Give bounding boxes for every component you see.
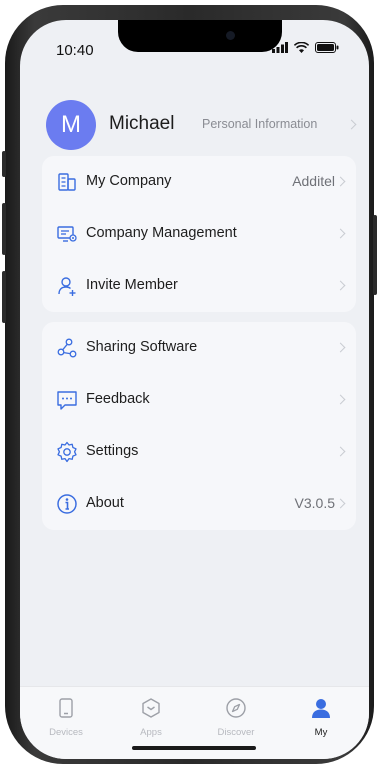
profile-name: Michael bbox=[109, 113, 175, 134]
feedback-icon bbox=[57, 391, 77, 410]
info-icon bbox=[57, 494, 77, 514]
signal-icon bbox=[272, 42, 288, 53]
tab-discover[interactable]: Discover bbox=[206, 697, 266, 738]
menu-item-label: Invite Member bbox=[86, 277, 178, 293]
tab-devices[interactable]: Devices bbox=[36, 697, 96, 738]
chevron-right-icon bbox=[335, 228, 346, 239]
screen: 10:40 M Michael Personal Information My … bbox=[20, 20, 369, 759]
menu-item-value: V3.0.5 bbox=[294, 495, 335, 511]
discover-icon bbox=[226, 698, 246, 718]
share-icon bbox=[57, 338, 77, 358]
menu-item-label: Settings bbox=[86, 443, 139, 459]
menu-item-company-management[interactable]: Company Management bbox=[42, 208, 356, 260]
status-time: 10:40 bbox=[56, 42, 94, 59]
tab-my[interactable]: My bbox=[291, 697, 351, 738]
profile-header[interactable]: M Michael Personal Information bbox=[20, 90, 369, 154]
chevron-right-icon bbox=[335, 176, 346, 187]
menu-item-label: Sharing Software bbox=[86, 339, 198, 355]
menu-item-label: My Company bbox=[86, 173, 172, 189]
menu-item-label: Company Management bbox=[86, 225, 237, 241]
menu-item-feedback[interactable]: Feedback bbox=[42, 374, 356, 426]
menu-item-value: Additel bbox=[292, 173, 335, 189]
phone-frame: 10:40 M Michael Personal Information My … bbox=[2, 5, 377, 764]
personal-information-link[interactable]: Personal Information bbox=[202, 117, 317, 131]
invite-member-icon bbox=[58, 277, 76, 296]
settings-icon bbox=[57, 441, 77, 463]
volume-down-button bbox=[2, 271, 6, 323]
menu-item-settings[interactable]: Settings bbox=[42, 426, 356, 478]
menu-item-invite-member[interactable]: Invite Member bbox=[42, 260, 356, 312]
tab-label: Devices bbox=[49, 727, 83, 738]
menu-item-label: About bbox=[86, 495, 124, 511]
camera bbox=[226, 31, 235, 40]
chevron-right-icon bbox=[335, 498, 346, 509]
menu-card-general: Sharing Software Feedback Settings About… bbox=[42, 322, 356, 530]
status-icons bbox=[272, 42, 339, 53]
volume-up-button bbox=[2, 203, 6, 255]
menu-item-label: Feedback bbox=[86, 391, 150, 407]
devices-icon bbox=[59, 698, 73, 718]
chevron-right-icon bbox=[335, 342, 346, 353]
chevron-right-icon bbox=[335, 394, 346, 405]
tab-label: Apps bbox=[140, 727, 162, 738]
company-management-icon bbox=[57, 226, 77, 242]
menu-item-sharing-software[interactable]: Sharing Software bbox=[42, 322, 356, 374]
chevron-right-icon bbox=[335, 280, 346, 291]
silent-switch bbox=[2, 151, 6, 177]
menu-card-company: My Company Additel Company Management In… bbox=[42, 156, 356, 312]
home-indicator bbox=[132, 746, 256, 750]
tab-label: Discover bbox=[217, 727, 255, 738]
tab-label: My bbox=[314, 727, 328, 738]
chevron-right-icon bbox=[346, 119, 357, 130]
user-icon bbox=[312, 699, 330, 718]
battery-icon bbox=[315, 42, 339, 53]
power-button bbox=[373, 215, 377, 295]
menu-item-about[interactable]: About V3.0.5 bbox=[42, 478, 356, 530]
tab-apps[interactable]: Apps bbox=[121, 697, 181, 738]
avatar[interactable]: M bbox=[46, 100, 96, 150]
company-icon bbox=[58, 173, 76, 191]
apps-icon bbox=[142, 698, 160, 718]
chevron-right-icon bbox=[335, 446, 346, 457]
notch bbox=[118, 20, 282, 52]
menu-item-my-company[interactable]: My Company Additel bbox=[42, 156, 356, 208]
wifi-icon bbox=[294, 42, 309, 53]
